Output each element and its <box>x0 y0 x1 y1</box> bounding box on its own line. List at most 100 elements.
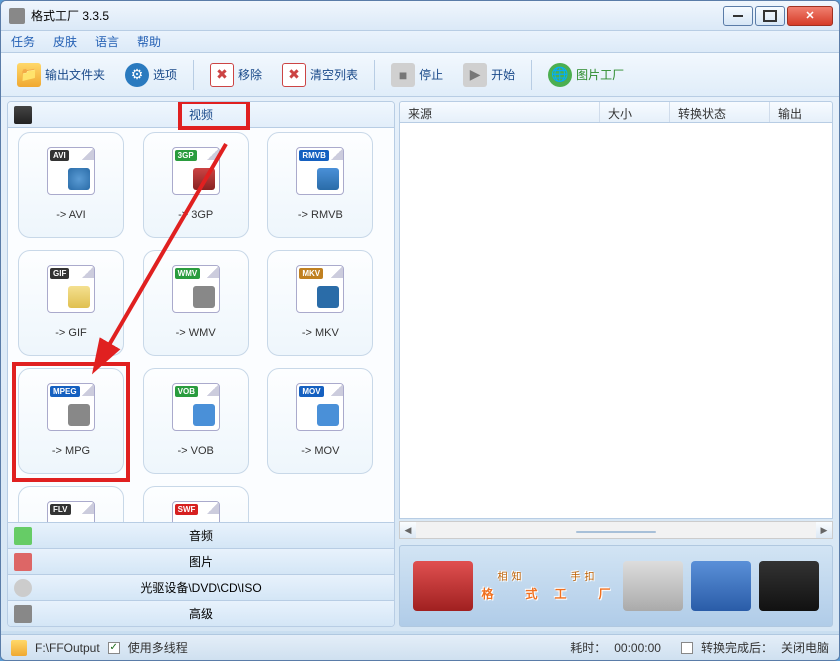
format-sub-icon <box>317 286 339 308</box>
right-panel: 来源 大小 转换状态 输出 [F2] ◀ ▶ 格相知式 工手扣厂 <box>399 101 833 627</box>
format-tile-wmv[interactable]: WMV -> WMV <box>143 250 249 356</box>
maximize-button[interactable] <box>755 6 785 26</box>
remove-button[interactable]: ✖ 移除 <box>202 59 270 91</box>
format-tile-vob[interactable]: VOB -> VOB <box>143 368 249 474</box>
audio-category-icon <box>14 527 32 545</box>
folder-icon: 📁 <box>17 63 41 87</box>
list-header: 来源 大小 转换状态 输出 [F2] <box>399 101 833 123</box>
toolbar-separator <box>193 60 194 90</box>
col-output[interactable]: 输出 [F2] <box>770 102 832 122</box>
file-icon: MKV <box>296 265 344 313</box>
category-tab-image[interactable]: 图片 <box>8 548 394 574</box>
format-tile-3gp[interactable]: 3GP-> 3GP <box>143 132 249 238</box>
left-panel: 视频 AVI -> AVI 3GP-> 3GPRMVB-> RMVB GIF-> GI… <box>7 101 395 627</box>
col-source[interactable]: 来源 <box>400 102 600 122</box>
format-sub-icon <box>68 168 90 190</box>
menu-task[interactable]: 任务 <box>11 33 35 50</box>
format-badge: VOB <box>175 386 198 397</box>
format-sub-icon <box>193 286 215 308</box>
format-label: -> RMVB <box>298 209 343 221</box>
logo-ann-1: 相知 <box>497 572 525 583</box>
laptop-icon <box>623 561 683 611</box>
format-tile-gif[interactable]: GIF-> GIF <box>18 250 124 356</box>
close-button[interactable] <box>787 6 833 26</box>
format-badge: FLV <box>50 504 71 515</box>
format-tile-flv[interactable]: FLV-> FLV <box>18 486 124 522</box>
toolbar-separator <box>531 60 532 90</box>
format-tile-swf[interactable]: SWF-> SWF <box>143 486 249 522</box>
remove-label: 移除 <box>238 66 262 83</box>
advanced-category-icon <box>14 605 32 623</box>
menu-language[interactable]: 语言 <box>95 33 119 50</box>
after-action-value[interactable]: 关闭电脑 <box>781 639 829 656</box>
options-label: 选项 <box>153 66 177 83</box>
phone-icon <box>759 561 819 611</box>
image-category-icon <box>14 553 32 571</box>
clear-list-button[interactable]: ✖ 清空列表 <box>274 59 366 91</box>
format-tile-avi[interactable]: AVI -> AVI <box>18 132 124 238</box>
file-icon: MPEG <box>47 383 95 431</box>
scroll-left-arrow[interactable]: ◀ <box>400 522 416 538</box>
menu-help[interactable]: 帮助 <box>137 33 161 50</box>
format-tile-mkv[interactable]: MKV-> MKV <box>267 250 373 356</box>
minimize-button[interactable] <box>723 6 753 26</box>
pic-factory-button[interactable]: 🌐 图片工厂 <box>540 59 632 91</box>
col-status[interactable]: 转换状态 <box>670 102 770 122</box>
format-tile-rmvb[interactable]: RMVB-> RMVB <box>267 132 373 238</box>
format-grid: AVI-> AVI3GP-> 3GPRMVB-> RMVBGIF-> GIFWM… <box>18 132 374 522</box>
camcorder-icon <box>413 561 473 611</box>
format-label: -> WMV <box>176 327 216 339</box>
format-tile-mov[interactable]: MOV-> MOV <box>267 368 373 474</box>
file-icon: GIF <box>47 265 95 313</box>
menu-skin[interactable]: 皮肤 <box>53 33 77 50</box>
format-label: -> AVI <box>56 209 85 221</box>
titlebar[interactable]: 格式工厂 3.3.5 <box>1 1 839 31</box>
start-icon: ▶ <box>463 63 487 87</box>
output-folder-status-icon[interactable] <box>11 640 27 656</box>
format-sub-icon <box>193 404 215 426</box>
after-action-checkbox[interactable] <box>681 642 693 654</box>
start-label: 开始 <box>491 66 515 83</box>
elapsed-value: 00:00:00 <box>614 641 661 655</box>
scroll-right-arrow[interactable]: ▶ <box>816 522 832 538</box>
category-tab-video[interactable]: 视频 <box>8 102 394 128</box>
file-icon: MOV <box>296 383 344 431</box>
col-size[interactable]: 大小 <box>600 102 670 122</box>
file-icon: SWF <box>172 501 220 522</box>
task-list[interactable] <box>399 123 833 519</box>
main-body: 视频 AVI -> AVI 3GP-> 3GPRMVB-> RMVB GIF-> GI… <box>1 97 839 631</box>
globe-icon: 🌐 <box>548 63 572 87</box>
category-audio-label: 音频 <box>189 527 213 544</box>
menubar: 任务 皮肤 语言 帮助 <box>1 31 839 53</box>
app-window: 格式工厂 3.3.5 任务 皮肤 语言 帮助 📁 输出文件夹 ⚙ 选项 ✖ 移除… <box>0 0 840 661</box>
multithread-checkbox[interactable] <box>108 642 120 654</box>
toolbar-separator <box>374 60 375 90</box>
scroll-thumb[interactable] <box>576 531 656 533</box>
clear-label: 清空列表 <box>310 66 358 83</box>
category-tab-audio[interactable]: 音频 <box>8 522 394 548</box>
output-folder-button[interactable]: 📁 输出文件夹 <box>9 59 113 91</box>
format-sub-icon <box>317 168 339 190</box>
horizontal-scrollbar[interactable]: ◀ ▶ <box>399 521 833 539</box>
category-tab-disc[interactable]: 光驱设备\DVD\CD\ISO <box>8 574 394 600</box>
pic-factory-label: 图片工厂 <box>576 66 624 83</box>
options-button[interactable]: ⚙ 选项 <box>117 59 185 91</box>
multithread-label[interactable]: 使用多线程 <box>128 639 188 656</box>
start-button[interactable]: ▶ 开始 <box>455 59 523 91</box>
format-label: -> VOB <box>177 445 213 457</box>
format-badge: AVI <box>50 150 69 161</box>
logo-char-4: 厂 <box>599 587 615 601</box>
video-category-icon <box>14 106 32 124</box>
brand-banner: 格相知式 工手扣厂 <box>399 545 833 627</box>
format-grid-wrap: AVI-> AVI3GP-> 3GPRMVB-> RMVBGIF-> GIFWM… <box>8 128 394 522</box>
format-badge: GIF <box>50 268 69 279</box>
options-icon: ⚙ <box>125 63 149 87</box>
stop-button[interactable]: ■ 停止 <box>383 59 451 91</box>
file-icon: FLV <box>47 501 95 522</box>
category-image-label: 图片 <box>189 553 213 570</box>
file-icon: WMV <box>172 265 220 313</box>
format-badge: 3GP <box>175 150 197 161</box>
category-tab-advanced[interactable]: 高级 <box>8 600 394 626</box>
format-tile-mpeg[interactable]: MPEG-> MPG <box>18 368 124 474</box>
output-path[interactable]: F:\FFOutput <box>35 641 100 655</box>
